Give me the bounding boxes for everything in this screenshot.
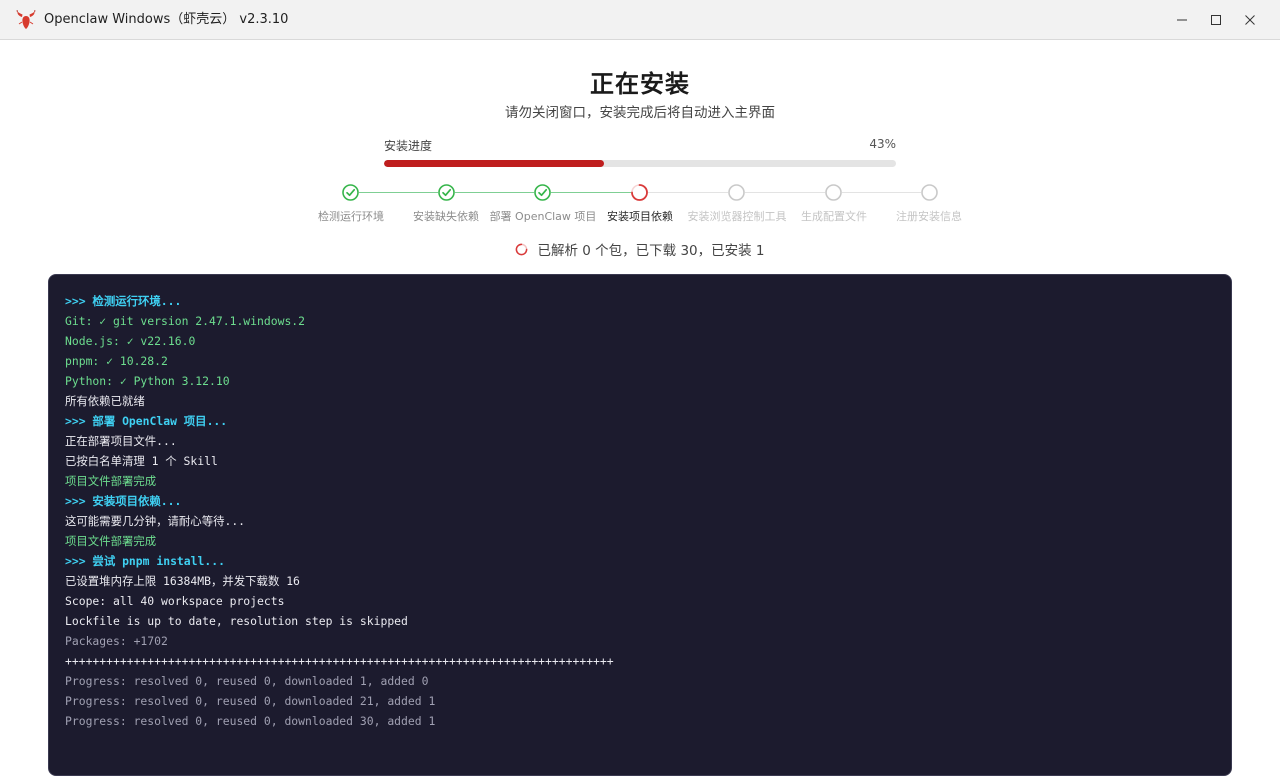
log-line: 这可能需要几分钟，请耐心等待...	[65, 514, 246, 528]
check-circle-icon	[438, 184, 455, 201]
step-connector	[551, 192, 631, 193]
log-line: pnpm: ✓ 10.28.2	[65, 354, 168, 368]
log-line: Python: ✓ Python 3.12.10	[65, 374, 230, 388]
log-line: 已按白名单清理 1 个 Skill	[65, 454, 218, 468]
close-button[interactable]	[1233, 0, 1267, 40]
step-label: 安装项目依赖	[607, 210, 673, 223]
log-line: 已设置堆内存上限 16384MB，并发下载数 16	[65, 574, 300, 588]
log-line: Progress: resolved 0, reused 0, download…	[65, 674, 429, 688]
title-bar: Openclaw Windows（虾壳云） v2.3.10	[0, 0, 1280, 40]
step-label: 检测运行环境	[318, 210, 384, 223]
log-line: >>> 部署 OpenClaw 项目...	[65, 414, 228, 428]
log-line: Lockfile is up to date, resolution step …	[65, 614, 408, 628]
log-line: Scope: all 40 workspace projects	[65, 594, 285, 608]
log-line: >>> 检测运行环境...	[65, 294, 182, 308]
status-text: 已解析 0 个包，已下载 30，已安装 1	[537, 243, 765, 259]
maximize-button[interactable]	[1199, 0, 1233, 40]
log-line: 所有依赖已就绪	[65, 394, 145, 408]
minimize-icon	[1177, 19, 1187, 21]
step-connector	[359, 192, 438, 193]
step-label: 部署 OpenClaw 项目	[489, 210, 597, 223]
step-label: 注册安装信息	[896, 210, 962, 223]
check-circle-icon	[342, 184, 359, 201]
install-status: 已解析 0 个包，已下载 30，已安装 1	[0, 239, 1280, 259]
install-panel: 正在安装 请勿关闭窗口，安装完成后将自动进入主界面 安装进度 43% 检测运行环…	[0, 40, 1280, 781]
check-circle-icon	[534, 184, 551, 201]
log-line: >>> 安装项目依赖...	[65, 494, 182, 508]
log-line: Progress: resolved 0, reused 0, download…	[65, 694, 436, 708]
step-connector	[745, 192, 825, 193]
step-connector	[455, 192, 534, 193]
maximize-icon	[1211, 15, 1221, 25]
empty-circle-icon	[825, 184, 842, 201]
empty-circle-icon	[728, 184, 745, 201]
empty-circle-icon	[921, 184, 938, 201]
lobster-icon	[15, 10, 37, 30]
log-console[interactable]: >>> 检测运行环境... Git: ✓ git version 2.47.1.w…	[48, 274, 1232, 776]
close-icon	[1245, 15, 1255, 25]
log-line: 项目文件部署完成	[65, 534, 157, 548]
step-connector	[842, 192, 921, 193]
minimize-button[interactable]	[1165, 0, 1199, 40]
log-line: Packages: +1702	[65, 634, 168, 648]
log-line: Progress: resolved 0, reused 0, download…	[65, 714, 436, 728]
step-label: 生成配置文件	[801, 210, 867, 223]
spinner-icon	[516, 243, 528, 255]
spinner-icon	[631, 184, 648, 201]
step-label: 安装缺失依赖	[413, 210, 479, 223]
log-line: 项目文件部署完成	[65, 474, 157, 488]
step-label: 安装浏览器控制工具	[687, 210, 787, 223]
install-steps: 检测运行环境 安装缺失依赖 部署 OpenClaw 项目 安装项目依赖 安装浏览…	[0, 40, 1280, 240]
log-line: Git: ✓ git version 2.47.1.windows.2	[65, 314, 306, 328]
log-line: >>> 尝试 pnpm install...	[65, 554, 225, 568]
log-line: Node.js: ✓ v22.16.0	[65, 334, 196, 348]
step-connector	[648, 192, 728, 193]
log-line: ++++++++++++++++++++++++++++++++++++++++…	[65, 654, 614, 668]
window-title: Openclaw Windows（虾壳云） v2.3.10	[44, 12, 289, 27]
log-line: 正在部署项目文件...	[65, 434, 177, 448]
